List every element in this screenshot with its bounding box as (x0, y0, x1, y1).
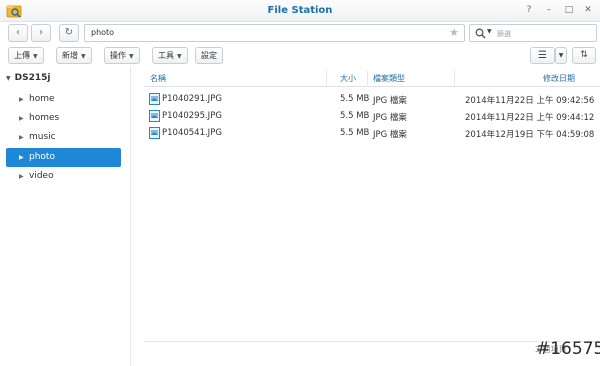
sidebar-item-home[interactable]: ▶ home (6, 90, 121, 109)
collapsed-arrow-icon: ▶ (19, 173, 24, 180)
watermark: #16575 (536, 339, 600, 359)
collapsed-arrow-icon: ▶ (19, 154, 24, 161)
toolbar: 上傳 ▼ 新增 ▼ 操作 ▼ 工具 ▼ 設定 ☰ ▼ ⇅ (0, 44, 600, 66)
table-row[interactable]: P1040291.JPG 5.5 MB JPG 檔案 2014年11月22日 上… (144, 91, 600, 108)
file-modified: 2014年11月22日 上午 09:44:12 (465, 113, 595, 123)
file-type: JPG 檔案 (373, 113, 407, 123)
minimize-icon[interactable]: – (543, 4, 555, 16)
file-list: 名稱 大小 檔案類型 修改日期 P1040291.JPG 5.5 MB JPG … (144, 70, 600, 366)
view-options-chevron-icon[interactable]: ▼ (555, 47, 567, 64)
file-name: P1040295.JPG (162, 111, 222, 121)
file-modified: 2014年12月19日 下午 04:59:08 (465, 130, 595, 140)
file-modified: 2014年11月22日 上午 09:42:56 (465, 96, 595, 106)
search-input[interactable] (497, 28, 592, 39)
tools-button[interactable]: 工具 ▼ (152, 47, 188, 64)
sidebar-item-homes[interactable]: ▶ homes (6, 109, 121, 128)
collapsed-arrow-icon: ▶ (19, 96, 24, 103)
list-view-icon[interactable]: ☰ (530, 47, 555, 64)
sidebar-item-video[interactable]: ▶ video (6, 167, 121, 186)
path-field[interactable]: photo ★ (84, 24, 465, 42)
file-size: 5.5 MB (340, 128, 370, 138)
title-bar: File Station ? – □ ✕ (0, 0, 600, 22)
collapsed-arrow-icon: ▶ (19, 115, 24, 122)
navigation-bar: ‹ › ↻ photo ★ ▼ (0, 22, 600, 44)
collapsed-arrow-icon: ▶ (19, 134, 24, 141)
expand-arrow-icon: ▼ (6, 75, 11, 82)
column-header-type[interactable]: 檔案類型 (373, 73, 405, 84)
path-text: photo (91, 28, 115, 37)
upload-button[interactable]: 上傳 ▼ (8, 47, 44, 64)
image-file-icon (149, 110, 160, 122)
back-button[interactable]: ‹ (8, 24, 28, 42)
chevron-down-icon: ▼ (33, 53, 38, 60)
create-button[interactable]: 新增 ▼ (56, 47, 92, 64)
sort-icon[interactable]: ⇅ (572, 47, 596, 64)
table-row[interactable]: P1040295.JPG 5.5 MB JPG 檔案 2014年11月22日 上… (144, 108, 600, 125)
help-icon[interactable]: ? (523, 4, 535, 16)
action-button[interactable]: 操作 ▼ (104, 47, 140, 64)
tree-root[interactable]: ▼ DS215j (6, 73, 50, 83)
maximize-icon[interactable]: □ (563, 4, 575, 16)
column-header-row: 名稱 大小 檔案類型 修改日期 (144, 70, 600, 87)
close-icon[interactable]: ✕ (582, 4, 594, 16)
column-header-modified[interactable]: 修改日期 (543, 73, 575, 84)
column-header-size[interactable]: 大小 (340, 73, 356, 84)
file-size: 5.5 MB (340, 111, 370, 121)
image-file-icon (149, 127, 160, 139)
sidebar-item-photo[interactable]: ▶ photo (6, 148, 121, 167)
sidebar: ▼ DS215j ▶ home ▶ homes ▶ music ▶ photo ▶ vide… (0, 70, 128, 366)
search-box[interactable]: ▼ (469, 24, 597, 42)
chevron-down-icon: ▼ (81, 53, 86, 60)
search-icon[interactable] (475, 28, 486, 39)
column-header-name[interactable]: 名稱 (150, 73, 166, 84)
refresh-button[interactable]: ↻ (59, 24, 79, 42)
image-file-icon (149, 93, 160, 105)
sidebar-item-music[interactable]: ▶ music (6, 128, 121, 147)
file-name: P1040291.JPG (162, 94, 222, 104)
forward-button[interactable]: › (31, 24, 51, 42)
chevron-down-icon: ▼ (129, 53, 134, 60)
file-type: JPG 檔案 (373, 130, 407, 140)
status-bar-divider (144, 341, 600, 342)
window-title: File Station (267, 5, 333, 16)
table-row[interactable]: P1040541.JPG 5.5 MB JPG 檔案 2014年12月19日 下… (144, 125, 600, 142)
search-options-icon[interactable]: ▼ (487, 28, 492, 35)
chevron-down-icon: ▼ (177, 53, 182, 60)
settings-button[interactable]: 設定 (195, 47, 223, 64)
file-name: P1040541.JPG (162, 128, 222, 138)
file-size: 5.5 MB (340, 94, 370, 104)
sidebar-divider[interactable] (130, 66, 131, 366)
star-icon[interactable]: ★ (449, 26, 459, 39)
file-type: JPG 檔案 (373, 96, 407, 106)
